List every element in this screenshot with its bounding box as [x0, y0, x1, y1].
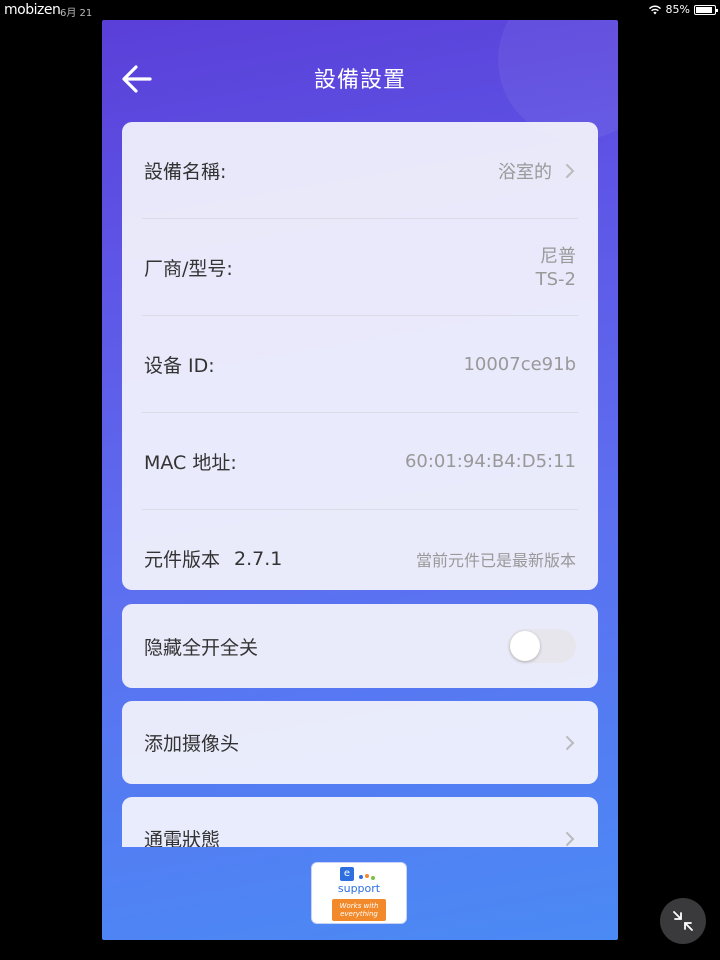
- hide-all-row: 隐藏全开全关: [122, 604, 598, 688]
- hide-all-label: 隐藏全开全关: [144, 636, 259, 659]
- status-time: 6月 21: [60, 8, 93, 19]
- app-frame: 設備設置 設備名稱: 浴室的 厂商/型号: 尼普 TS-2 设备 ID: 100…: [102, 20, 618, 940]
- toggle-knob: [510, 631, 540, 661]
- badge-logo: e support: [312, 863, 406, 899]
- mac-value: 60:01:94:B4:D5:11: [404, 451, 576, 472]
- hide-all-toggle[interactable]: [508, 629, 576, 663]
- badge-tagline: Works with everything: [332, 899, 386, 921]
- chevron-right-icon: [566, 831, 575, 846]
- firmware-row[interactable]: 元件版本 2.7.1 當前元件已是最新版本: [122, 510, 598, 607]
- battery-percent: 85%: [665, 3, 690, 16]
- badge-e-logo: e: [340, 867, 354, 881]
- model-value: 尼普 TS-2: [536, 245, 576, 291]
- device-name-value: 浴室的: [498, 161, 552, 183]
- mac-label: MAC 地址:: [144, 452, 237, 474]
- firmware-version: 2.7.1: [234, 547, 283, 570]
- badge-line1: Works with: [339, 902, 379, 910]
- firmware-status: 當前元件已是最新版本: [415, 550, 576, 570]
- device-name-label: 設備名稱:: [144, 161, 227, 183]
- model-brand: 尼普: [540, 245, 576, 267]
- page-title: 設備設置: [313, 68, 406, 93]
- power-state-row[interactable]: 通電狀態: [122, 797, 598, 847]
- hide-all-card: 隐藏全开全关: [122, 604, 598, 688]
- status-bar: mobizen 6月 21 85%: [0, 0, 720, 22]
- status-app-label: mobizen: [4, 2, 61, 18]
- model-label: 厂商/型号:: [144, 258, 233, 280]
- device-id-label: 设备 ID:: [144, 355, 215, 377]
- device-info-card: 設備名稱: 浴室的 厂商/型号: 尼普 TS-2 设备 ID: 10007ce9…: [122, 122, 598, 590]
- header: 設備設置: [102, 50, 618, 106]
- add-camera-card[interactable]: 添加摄像头: [122, 701, 598, 784]
- esupport-badge: e support Works with everything: [311, 862, 407, 924]
- collapse-arrows-icon: [673, 911, 693, 931]
- device-name-row[interactable]: 設備名稱: 浴室的: [122, 122, 598, 219]
- badge-line2: everything: [340, 910, 378, 918]
- collapse-button[interactable]: [660, 898, 706, 944]
- battery-icon: [694, 4, 718, 15]
- firmware-label: 元件版本: [144, 549, 221, 571]
- power-state-label: 通電狀態: [144, 829, 221, 847]
- power-state-card[interactable]: 通電狀態: [122, 797, 598, 847]
- add-camera-row[interactable]: 添加摄像头: [122, 701, 598, 784]
- add-camera-label: 添加摄像头: [144, 733, 240, 755]
- chevron-right-icon: [566, 735, 575, 750]
- status-indicators: 85%: [648, 3, 718, 16]
- mac-row: MAC 地址: 60:01:94:B4:D5:11: [122, 413, 598, 510]
- device-id-value: 10007ce91b: [463, 354, 576, 375]
- settings-list[interactable]: 設備名稱: 浴室的 厂商/型号: 尼普 TS-2 设备 ID: 10007ce9…: [102, 122, 618, 847]
- device-id-row: 设备 ID: 10007ce91b: [122, 316, 598, 413]
- model-number: TS-2: [535, 268, 576, 290]
- wifi-icon: [648, 5, 661, 14]
- chevron-right-icon: [566, 163, 575, 178]
- badge-word: support: [337, 882, 381, 895]
- model-row: 厂商/型号: 尼普 TS-2: [122, 219, 598, 316]
